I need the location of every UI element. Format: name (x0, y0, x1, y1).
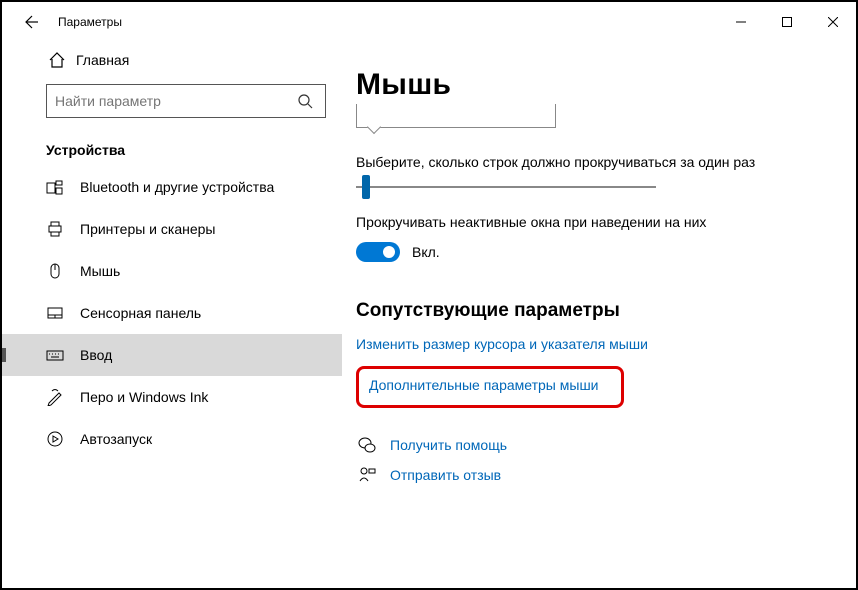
nav-label: Мышь (80, 263, 120, 279)
sidebar: Главная Устройства Bluetooth и другие ус… (2, 42, 342, 588)
autoplay-icon (46, 430, 64, 448)
slider-thumb[interactable] (362, 175, 370, 199)
sidebar-item-mouse[interactable]: Мышь (2, 250, 342, 292)
home-label: Главная (76, 52, 129, 68)
sidebar-item-bluetooth[interactable]: Bluetooth и другие устройства (2, 166, 342, 208)
content-area: Мышь Выберите, сколько строк должно прок… (342, 42, 856, 588)
sidebar-home[interactable]: Главная (2, 42, 342, 78)
mouse-icon (46, 262, 64, 280)
link-advanced-mouse[interactable]: Дополнительные параметры мыши (369, 377, 599, 393)
search-input[interactable] (46, 84, 326, 118)
sidebar-item-touchpad[interactable]: Сенсорная панель (2, 292, 342, 334)
keyboard-icon (46, 346, 64, 364)
nav-label: Автозапуск (80, 431, 152, 447)
bluetooth-devices-icon (46, 178, 64, 196)
maximize-button[interactable] (764, 2, 810, 42)
scroll-lines-slider[interactable] (356, 186, 656, 188)
sidebar-item-pen[interactable]: Перо и Windows Ink (2, 376, 342, 418)
inactive-scroll-toggle[interactable] (356, 242, 400, 262)
get-help-link[interactable]: Получить помощь (356, 434, 816, 456)
inactive-scroll-label: Прокручивать неактивные окна при наведен… (356, 214, 816, 230)
tip-bubble (356, 104, 556, 128)
nav-label: Принтеры и сканеры (80, 221, 215, 237)
minimize-button[interactable] (718, 2, 764, 42)
window-title: Параметры (58, 15, 122, 29)
feedback-icon (356, 464, 378, 486)
feedback-label: Отправить отзыв (390, 467, 501, 483)
scroll-lines-label: Выберите, сколько строк должно прокручив… (356, 154, 816, 170)
titlebar: Параметры (2, 2, 856, 42)
sidebar-item-typing[interactable]: Ввод (2, 334, 342, 376)
help-icon (356, 434, 378, 456)
search-icon (293, 93, 317, 109)
feedback-link[interactable]: Отправить отзыв (356, 464, 816, 486)
sidebar-item-printers[interactable]: Принтеры и сканеры (2, 208, 342, 250)
home-icon (48, 51, 66, 69)
pen-icon (46, 388, 64, 406)
nav-label: Ввод (80, 347, 112, 363)
nav-label: Перо и Windows Ink (80, 389, 208, 405)
toggle-knob (383, 246, 395, 258)
back-button[interactable] (16, 8, 44, 36)
search-field[interactable] (55, 93, 293, 109)
related-heading: Сопутствующие параметры (356, 300, 816, 322)
nav-label: Сенсорная панель (80, 305, 201, 321)
sidebar-item-autoplay[interactable]: Автозапуск (2, 418, 342, 460)
printer-icon (46, 220, 64, 238)
sidebar-category: Устройства (2, 124, 342, 166)
page-title: Мышь (356, 68, 816, 102)
highlighted-link-box: Дополнительные параметры мыши (356, 366, 624, 408)
help-label: Получить помощь (390, 437, 507, 453)
touchpad-icon (46, 304, 64, 322)
toggle-state-label: Вкл. (412, 244, 440, 260)
nav-label: Bluetooth и другие устройства (80, 179, 274, 195)
link-cursor-size[interactable]: Изменить размер курсора и указателя мыши (356, 336, 816, 352)
close-button[interactable] (810, 2, 856, 42)
